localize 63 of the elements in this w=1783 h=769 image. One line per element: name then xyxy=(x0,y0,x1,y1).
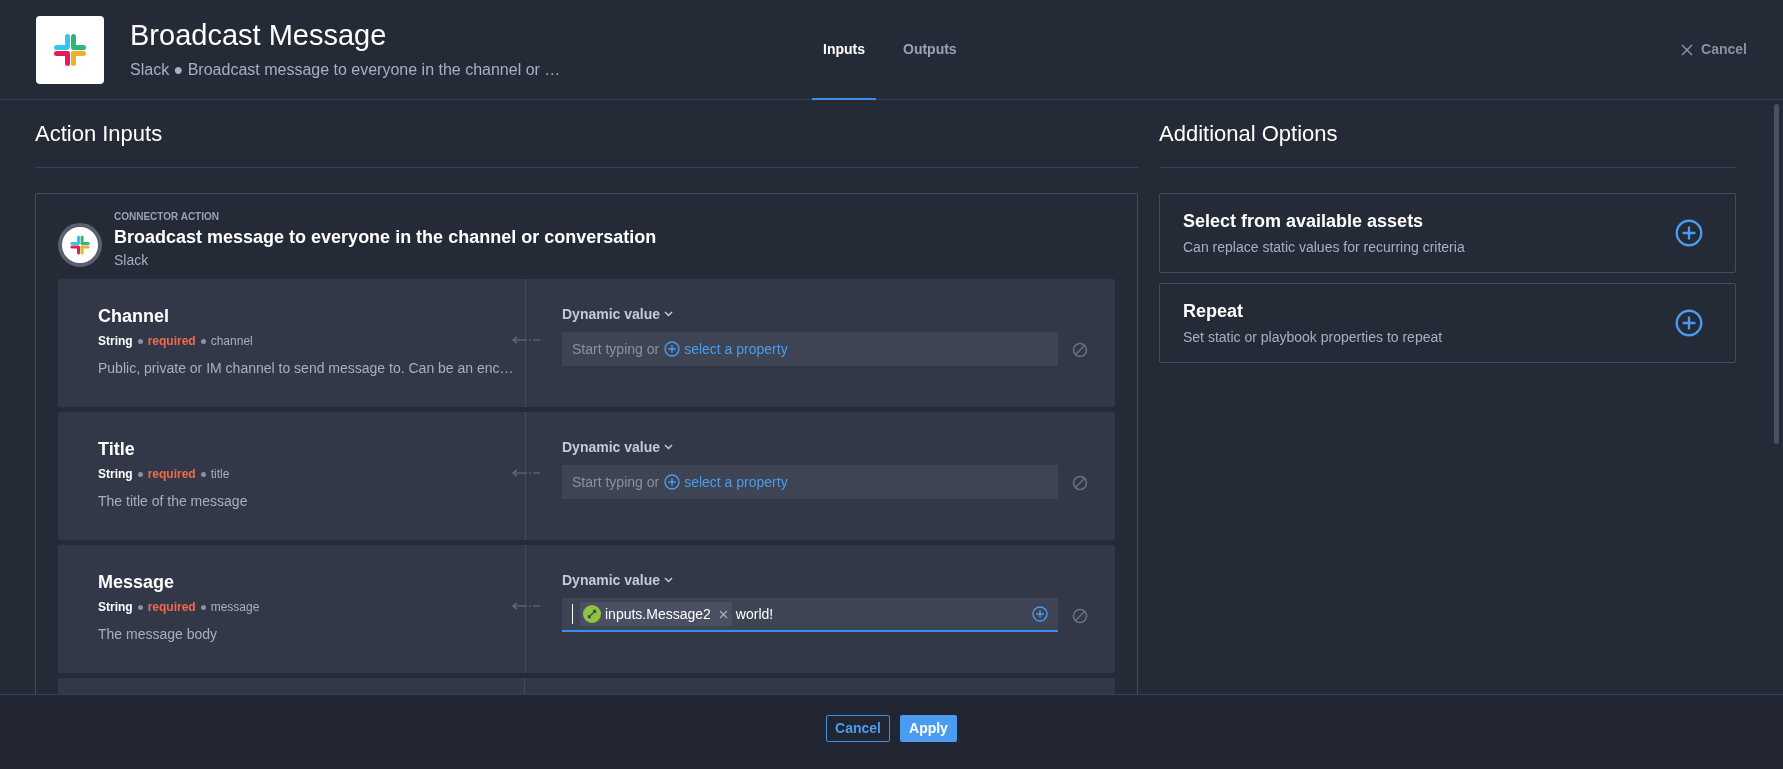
mode-dropdown[interactable]: Dynamic value xyxy=(562,570,674,590)
scrollbar[interactable] xyxy=(1774,104,1779,444)
section-heading: Additional Options xyxy=(1159,120,1338,148)
required-label: required xyxy=(147,333,196,350)
close-icon xyxy=(1681,43,1694,56)
field-type: String xyxy=(98,599,133,616)
field-description: Public, private or IM channel to send message to. Can be an enc… xyxy=(98,359,515,378)
text-cursor xyxy=(572,604,573,624)
field-key: channel xyxy=(210,332,253,350)
add-icon[interactable] xyxy=(1675,219,1703,247)
dialog-title: Broadcast Message xyxy=(130,17,388,52)
field-type: String xyxy=(98,466,133,483)
field-description: The title of the message xyxy=(98,492,249,511)
separator-dot-icon xyxy=(200,338,206,344)
separator-dot-icon xyxy=(137,471,143,477)
slack-logo-icon xyxy=(68,233,92,257)
option-description: Can replace static values for recurring criteria xyxy=(1183,238,1466,257)
mapping-arrow-icon xyxy=(512,336,540,344)
option-title: Select from available assets xyxy=(1183,210,1425,233)
field-description: The message body xyxy=(98,625,219,644)
option-title: Repeat xyxy=(1183,300,1245,323)
separator-dot-icon xyxy=(200,604,206,610)
option-card[interactable]: Repeat Set static or playbook properties to repeat xyxy=(1159,283,1736,363)
separator-dot-icon xyxy=(137,604,143,610)
cancel-button[interactable]: Cancel xyxy=(826,714,890,742)
field-key: message xyxy=(210,598,260,616)
separator-dot-icon xyxy=(200,471,206,477)
required-label: required xyxy=(147,599,196,616)
separator-dot-icon xyxy=(137,338,143,344)
add-icon[interactable] xyxy=(1675,309,1703,337)
mode-dropdown[interactable]: Dynamic value xyxy=(562,304,674,324)
field-name: Message xyxy=(98,571,176,594)
disable-icon[interactable] xyxy=(1072,608,1088,624)
action-type-label: CONNECTOR ACTION xyxy=(114,210,220,224)
field-name: Channel xyxy=(98,305,170,328)
tab[interactable]: Inputs xyxy=(812,0,876,100)
caret-icon xyxy=(664,577,674,583)
disable-icon[interactable] xyxy=(1072,475,1088,491)
variable-icon xyxy=(583,605,601,623)
caret-icon xyxy=(664,444,674,450)
option-card[interactable]: Select from available assets Can replace static values for recurring criteria xyxy=(1159,193,1736,273)
value-field[interactable]: inputs.Message2 world! xyxy=(562,598,1058,632)
field-name: Title xyxy=(98,438,136,461)
add-icon[interactable] xyxy=(664,341,681,357)
action-title: Broadcast message to everyone in the channel or conversation xyxy=(114,226,657,249)
required-label: required xyxy=(147,466,196,483)
action-app: Slack xyxy=(114,251,150,270)
mapping-arrow-icon xyxy=(512,469,540,477)
variable-chip[interactable]: inputs.Message2 xyxy=(580,602,732,626)
add-icon[interactable] xyxy=(664,474,681,490)
mode-dropdown[interactable]: Dynamic value xyxy=(562,437,674,457)
section-heading: Action Inputs xyxy=(35,120,163,148)
add-icon[interactable] xyxy=(1032,606,1048,622)
mapping-arrow-icon xyxy=(512,602,540,610)
dialog-subtitle: Slack ● Broadcast message to everyone in the channel or … xyxy=(130,59,561,80)
tab[interactable]: Outputs xyxy=(892,0,968,100)
remove-icon[interactable] xyxy=(718,609,728,619)
field-type: String xyxy=(98,333,133,350)
field-key: title xyxy=(210,465,230,483)
cancel-link[interactable]: Cancel xyxy=(1681,39,1747,60)
disable-icon[interactable] xyxy=(1072,342,1088,358)
caret-icon xyxy=(664,311,674,317)
option-description: Set static or playbook properties to repeat xyxy=(1183,328,1444,347)
